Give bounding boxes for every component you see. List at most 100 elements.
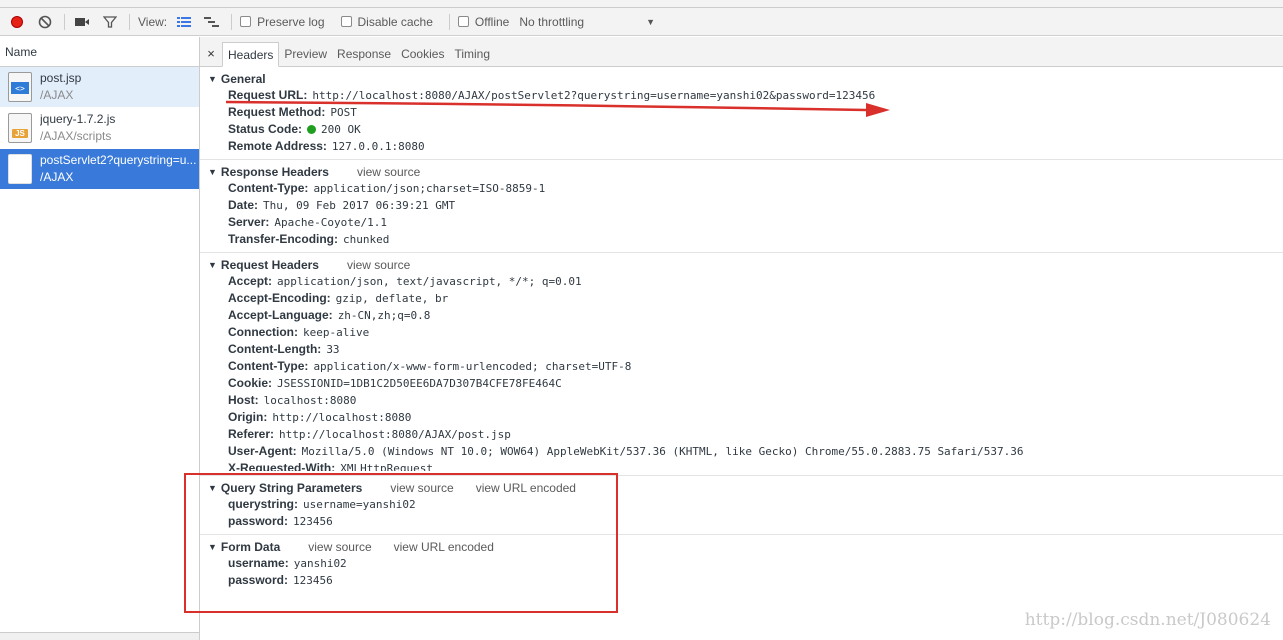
tab-timing[interactable]: Timing xyxy=(449,42,495,66)
header-value: zh-CN,zh;q=0.8 xyxy=(337,309,431,322)
header-row: Host: localhost:8080 xyxy=(200,392,1283,409)
waterfall-icon xyxy=(204,16,220,27)
header-row: Status Code: 200 OK xyxy=(200,121,1283,138)
param-row: username: yanshi02 xyxy=(200,555,1283,572)
header-value: 33 xyxy=(326,343,340,356)
request-row-post-jsp[interactable]: <> post.jsp /AJAX xyxy=(0,67,199,108)
request-path: /AJAX/scripts xyxy=(40,129,112,143)
param-key: querystring: xyxy=(228,497,299,511)
query-string-section: ▼ Query String Parameters view source view … xyxy=(200,476,1283,535)
triangle-down-icon: ▼ xyxy=(208,482,217,493)
response-headers-header[interactable]: ▼ Response Headers view source xyxy=(200,163,1283,180)
checkbox-box[interactable] xyxy=(457,16,469,27)
filter-button[interactable] xyxy=(101,13,119,31)
header-value: gzip, deflate, br xyxy=(335,292,449,305)
param-key: username: xyxy=(228,556,289,570)
view-url-encoded-link[interactable]: view URL encoded xyxy=(394,540,494,554)
form-data-section: ▼ Form Data view source view URL encoded us… xyxy=(200,535,1283,593)
view-label: View: xyxy=(138,14,168,29)
header-row: Cookie: JSESSIONID=1DB1C2D50EE6DA7D307B4C… xyxy=(200,375,1283,392)
throttling-select[interactable]: No throttling ▼ xyxy=(519,15,655,29)
header-key: Transfer-Encoding: xyxy=(228,232,339,246)
header-value: http://localhost:8080 xyxy=(272,411,412,424)
request-name: jquery-1.7.2.js xyxy=(40,112,116,126)
list-view-icon xyxy=(177,16,192,27)
large-rows-toggle[interactable] xyxy=(175,13,193,31)
tab-preview[interactable]: Preview xyxy=(279,42,332,66)
triangle-down-icon: ▼ xyxy=(208,259,217,270)
overview-toggle[interactable] xyxy=(203,13,221,31)
name-column-header[interactable]: Name xyxy=(0,37,199,67)
window-top-edge xyxy=(0,0,1283,8)
header-value: chunked xyxy=(343,233,390,246)
toolbar-divider xyxy=(448,13,450,30)
param-row: querystring: username=yanshi02 xyxy=(200,496,1283,513)
header-key: Referer: xyxy=(228,427,275,441)
header-value: 200 OK xyxy=(321,123,361,136)
form-data-header[interactable]: ▼ Form Data view source view URL encoded xyxy=(200,538,1283,555)
capture-screenshots-button[interactable] xyxy=(73,13,91,31)
throttling-value: No throttling xyxy=(519,14,585,29)
header-row: Content-Type: application/json;charset=IS… xyxy=(200,180,1283,197)
param-key: password: xyxy=(228,573,289,587)
header-row: Referer: http://localhost:8080/AJAX/post.… xyxy=(200,426,1283,443)
view-source-link[interactable]: view source xyxy=(308,540,371,554)
header-value: Mozilla/5.0 (Windows NT 10.0; WOW64) App… xyxy=(301,445,1024,458)
header-row: Origin: http://localhost:8080 xyxy=(200,409,1283,426)
chevron-down-icon: ▼ xyxy=(646,16,655,27)
response-headers-section: ▼ Response Headers view source Content-Typ… xyxy=(200,160,1283,253)
section-title: Request Headers xyxy=(220,257,319,272)
checkbox-box[interactable] xyxy=(240,16,252,27)
request-row-jquery[interactable]: JS jquery-1.7.2.js /AJAX/scripts xyxy=(0,108,199,149)
header-key: Date: xyxy=(228,198,259,212)
tab-headers[interactable]: Headers xyxy=(222,42,280,67)
clear-button[interactable] xyxy=(36,13,54,31)
html-code-glyph: <> xyxy=(11,82,29,94)
preserve-log-label: Preserve log xyxy=(257,14,325,29)
param-row: password: 123456 xyxy=(200,513,1283,530)
tab-cookies[interactable]: Cookies xyxy=(396,42,449,66)
param-value: username=yanshi02 xyxy=(303,498,416,511)
header-key: Server: xyxy=(228,215,270,229)
query-string-header[interactable]: ▼ Query String Parameters view source view … xyxy=(200,479,1283,496)
request-name: postServlet2?querystring=u... xyxy=(40,153,197,167)
request-path: /AJAX xyxy=(40,170,74,184)
details-tabbar: × Headers Preview Response Cookies Timin… xyxy=(200,37,1283,67)
header-row: Connection: keep-alive xyxy=(200,324,1283,341)
header-key: Connection: xyxy=(228,325,298,339)
video-camera-icon xyxy=(75,17,89,26)
tab-response[interactable]: Response xyxy=(332,42,396,66)
header-row: Content-Length: 33 xyxy=(200,341,1283,358)
offline-checkbox[interactable]: Offline xyxy=(457,14,510,29)
header-row: Remote Address: 127.0.0.1:8080 xyxy=(200,138,1283,155)
offline-label: Offline xyxy=(474,14,510,29)
header-value: application/x-www-form-urlencoded; chars… xyxy=(313,360,632,373)
network-toolbar: View: Preserve log Disable cache Offline… xyxy=(0,8,1283,36)
header-row: Accept-Encoding: gzip, deflate, br xyxy=(200,290,1283,307)
view-source-link[interactable]: view source xyxy=(357,165,420,179)
checkbox-box[interactable] xyxy=(340,16,352,27)
header-key: Cookie: xyxy=(228,376,273,390)
section-title: Query String Parameters xyxy=(220,480,363,495)
header-value: application/json, text/javascript, */*; … xyxy=(277,275,582,288)
triangle-down-icon: ▼ xyxy=(208,541,217,552)
view-url-encoded-link[interactable]: view URL encoded xyxy=(476,481,576,495)
view-source-link[interactable]: view source xyxy=(390,481,453,495)
request-path: /AJAX xyxy=(40,88,74,102)
record-button[interactable] xyxy=(8,13,26,31)
header-key: X-Requested-With: xyxy=(228,461,336,471)
disable-cache-checkbox[interactable]: Disable cache xyxy=(340,15,433,29)
request-row-postservlet2[interactable]: postServlet2?querystring=u... /AJAX xyxy=(0,149,199,190)
filter-icon xyxy=(103,15,117,28)
param-row: password: 123456 xyxy=(200,572,1283,589)
status-bar xyxy=(0,632,199,640)
preserve-log-checkbox[interactable]: Preserve log xyxy=(240,14,325,29)
header-key: Content-Type: xyxy=(228,181,309,195)
view-source-link[interactable]: view source xyxy=(347,258,410,272)
header-value: application/json;charset=ISO-8859-1 xyxy=(313,182,546,195)
header-row: Date: Thu, 09 Feb 2017 06:39:21 GMT xyxy=(200,197,1283,214)
request-headers-header[interactable]: ▼ Request Headers view source xyxy=(200,256,1283,273)
close-icon[interactable]: × xyxy=(204,44,218,66)
general-section-header[interactable]: ▼ General xyxy=(200,70,1283,87)
request-list-pane: Name <> post.jsp /AJAX JS jquery-1.7.2.j… xyxy=(0,37,200,640)
